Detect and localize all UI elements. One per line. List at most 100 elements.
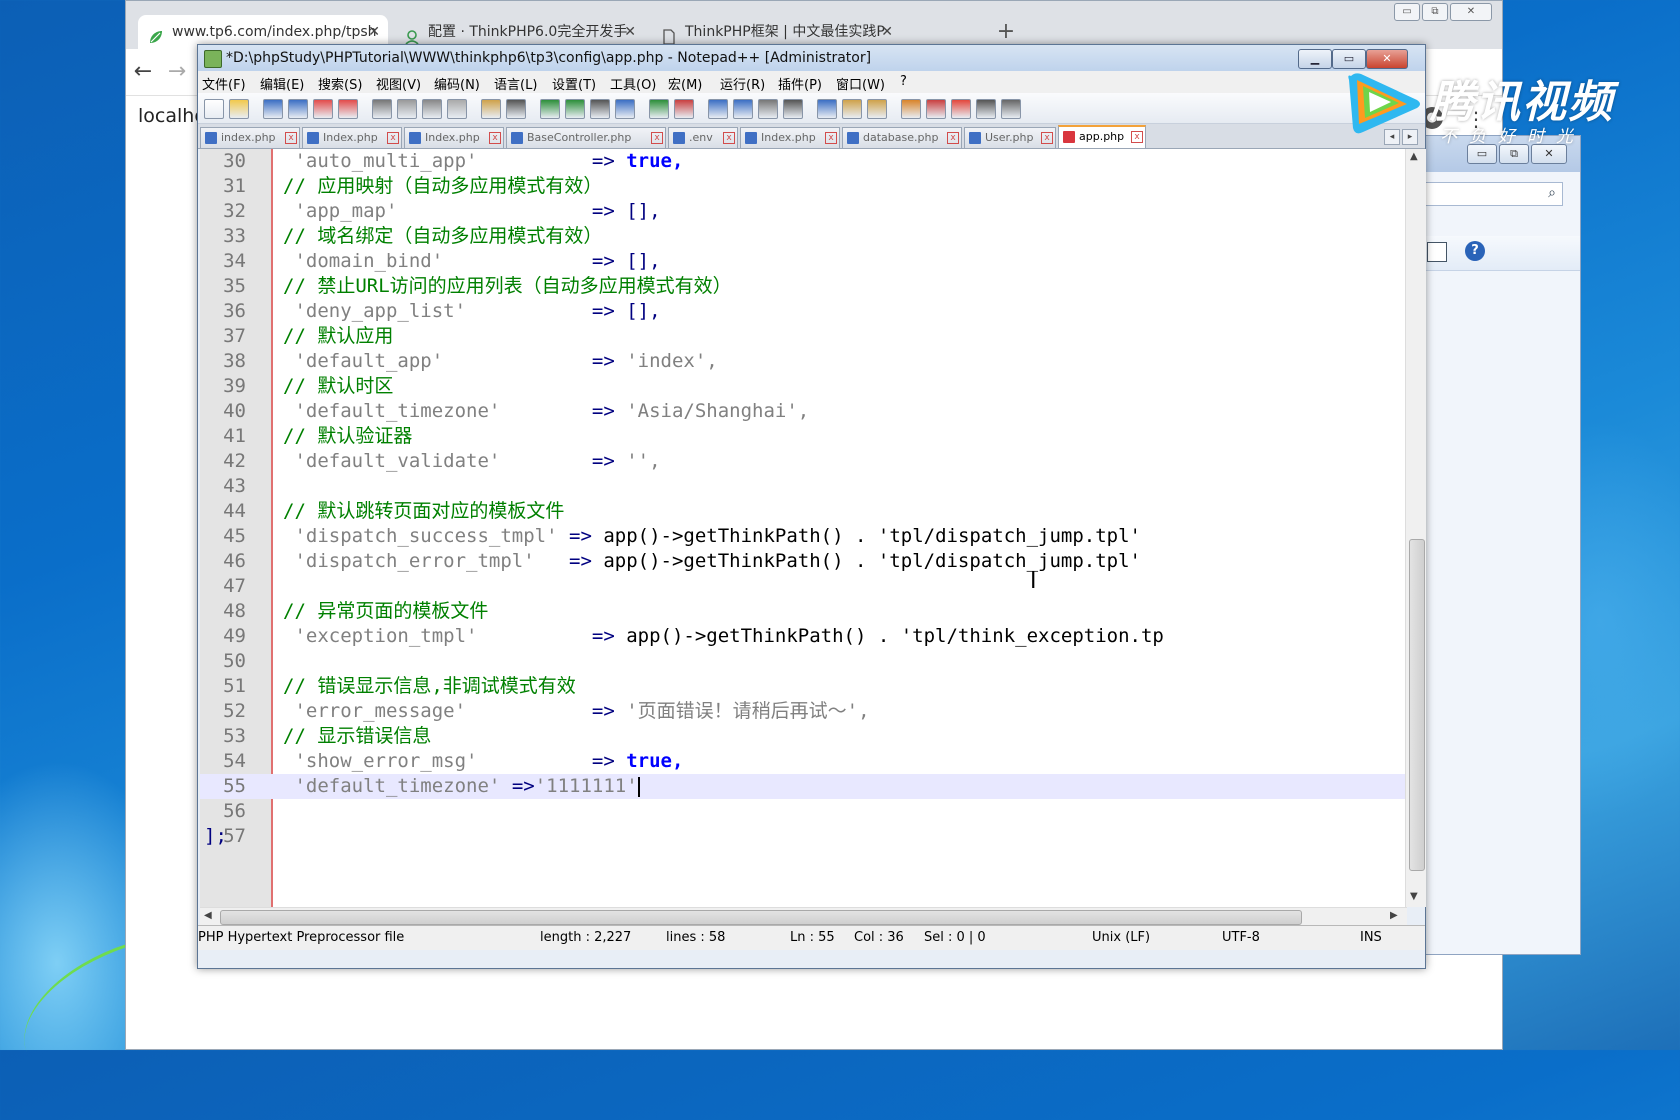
code-line[interactable]: 31 // 应用映射（自动多应用模式有效） (200, 174, 1407, 199)
sync-h-icon[interactable] (674, 99, 694, 119)
code-line[interactable]: 33 // 域名绑定（自动多应用模式有效） (200, 224, 1407, 249)
find-icon[interactable] (540, 99, 560, 119)
close-tab-icon[interactable]: x (723, 132, 735, 144)
code-line[interactable]: 38 'default_app' => 'index', (200, 349, 1407, 374)
code-line[interactable]: 32 'app_map' => [], (200, 199, 1407, 224)
menu-edit[interactable]: 编辑(E) (260, 74, 304, 93)
doc-map-icon[interactable] (783, 99, 803, 119)
code-line[interactable]: 53 // 显示错误信息 (200, 724, 1407, 749)
show-all-chars-icon[interactable] (733, 99, 753, 119)
browser-minimize-button[interactable]: ▭ (1394, 3, 1420, 21)
code-line[interactable]: 50 (200, 649, 1407, 674)
menu-encoding[interactable]: 编码(N) (434, 74, 480, 93)
code-line[interactable]: 55 'default_timezone' =>'1111111' (200, 774, 1407, 799)
close-tab-icon[interactable]: x (1131, 131, 1143, 143)
save-all-icon[interactable] (288, 99, 308, 119)
scroll-down-icon[interactable]: ▼ (1410, 891, 1418, 902)
close-tab-icon[interactable]: x (651, 132, 663, 144)
code-line[interactable]: 35 // 禁止URL访问的应用列表（自动多应用模式有效） (200, 274, 1407, 299)
code-line[interactable]: 36 'deny_app_list' => [], (200, 299, 1407, 324)
open-file-icon[interactable] (229, 99, 249, 119)
scroll-left-icon[interactable]: ◀ (204, 910, 212, 921)
menu-view[interactable]: 视图(V) (376, 74, 421, 93)
browser-close-button[interactable]: ✕ (1450, 3, 1492, 21)
explorer-minimize-button[interactable]: ▭ (1467, 144, 1497, 164)
file-tab-1[interactable]: Index.php x (302, 127, 402, 148)
replace-icon[interactable] (565, 99, 585, 119)
menu-help[interactable]: ? (900, 74, 907, 89)
file-tab-6[interactable]: database.php x (842, 127, 962, 148)
help-icon[interactable]: ? (1465, 241, 1485, 261)
menu-file[interactable]: 文件(F) (202, 74, 246, 93)
npp-maximize-button[interactable]: ▭ (1332, 49, 1366, 69)
file-tab-0[interactable]: index.php x (200, 127, 300, 148)
code-line[interactable]: 52 'error_message' => '页面错误！请稍后再试～', (200, 699, 1407, 724)
copy-icon[interactable] (422, 99, 442, 119)
new-file-icon[interactable] (204, 99, 224, 119)
undo-icon[interactable] (481, 99, 501, 119)
close-tab-icon[interactable]: x (825, 132, 837, 144)
indent-guide-icon[interactable] (758, 99, 778, 119)
preview-pane-icon[interactable] (1427, 242, 1447, 262)
code-line[interactable]: 41 // 默认验证器 (200, 424, 1407, 449)
menu-tools[interactable]: 工具(O) (610, 74, 656, 93)
save-macro-icon[interactable] (1001, 99, 1021, 119)
vertical-scroll-thumb[interactable] (1409, 539, 1425, 871)
monitor-icon[interactable] (867, 99, 887, 119)
close-tab-icon[interactable]: x (489, 132, 501, 144)
menu-settings[interactable]: 设置(T) (552, 74, 596, 93)
code-line[interactable]: 44 // 默认跳转页面对应的模板文件 (200, 499, 1407, 524)
print-icon[interactable] (372, 99, 392, 119)
code-line[interactable]: 47 (200, 574, 1407, 599)
code-line[interactable]: 42 'default_validate' => '', (200, 449, 1407, 474)
zoom-in-icon[interactable] (590, 99, 610, 119)
file-tab-8[interactable]: app.php x (1058, 125, 1146, 148)
file-tab-5[interactable]: Index.php x (740, 127, 840, 148)
close-tab-icon[interactable]: x (947, 132, 959, 144)
npp-close-button[interactable]: ✕ (1366, 49, 1408, 69)
code-line[interactable]: 43 (200, 474, 1407, 499)
zoom-out-icon[interactable] (615, 99, 635, 119)
code-line[interactable]: 34 'domain_bind' => [], (200, 249, 1407, 274)
code-line[interactable]: 57]; (200, 824, 1407, 849)
npp-minimize-button[interactable]: ▁ (1298, 49, 1332, 69)
file-tab-2[interactable]: Index.php x (404, 127, 504, 148)
cut-icon[interactable] (397, 99, 417, 119)
explorer-close-button[interactable]: ✕ (1531, 144, 1567, 164)
menu-plugins[interactable]: 插件(P) (778, 74, 822, 93)
file-tab-4[interactable]: .env x (668, 127, 738, 148)
stop-macro-icon[interactable] (926, 99, 946, 119)
code-line[interactable]: 39 // 默认时区 (200, 374, 1407, 399)
file-tab-7[interactable]: User.php x (964, 127, 1056, 148)
code-line[interactable]: 48 // 异常页面的模板文件 (200, 599, 1407, 624)
back-button[interactable]: ← (128, 57, 158, 87)
code-line[interactable]: 37 // 默认应用 (200, 324, 1407, 349)
menu-search[interactable]: 搜索(S) (318, 74, 362, 93)
function-list-icon[interactable] (817, 99, 837, 119)
play-macro-icon[interactable] (951, 99, 971, 119)
vertical-scrollbar[interactable]: ▲ ▼ (1405, 149, 1426, 907)
sync-v-icon[interactable] (649, 99, 669, 119)
horizontal-scrollbar[interactable]: ◀ ▶ (200, 907, 1407, 926)
close-icon[interactable] (313, 99, 333, 119)
folder-workspace-icon[interactable] (842, 99, 862, 119)
file-tab-3[interactable]: BaseController.php x (506, 127, 666, 148)
close-tab-icon[interactable]: x (387, 132, 399, 144)
redo-icon[interactable] (506, 99, 526, 119)
run-macro-icon[interactable] (976, 99, 996, 119)
code-line[interactable]: 56 (200, 799, 1407, 824)
record-macro-icon[interactable] (901, 99, 921, 119)
horizontal-scroll-thumb[interactable] (220, 910, 1302, 925)
code-line[interactable]: 46 'dispatch_error_tmpl' => app()->getTh… (200, 549, 1407, 574)
scroll-up-icon[interactable]: ▲ (1410, 151, 1418, 162)
code-line[interactable]: 51 // 错误显示信息,非调试模式有效 (200, 674, 1407, 699)
forward-button[interactable]: → (162, 57, 192, 87)
close-all-icon[interactable] (338, 99, 358, 119)
code-line[interactable]: 45 'dispatch_success_tmpl' => app()->get… (200, 524, 1407, 549)
close-tab-icon[interactable]: x (1041, 132, 1053, 144)
menu-run[interactable]: 运行(R) (720, 74, 765, 93)
code-line[interactable]: 40 'default_timezone' => 'Asia/Shanghai'… (200, 399, 1407, 424)
save-icon[interactable] (263, 99, 283, 119)
scroll-right-icon[interactable]: ▶ (1390, 910, 1398, 921)
menu-window[interactable]: 窗口(W) (836, 74, 885, 93)
